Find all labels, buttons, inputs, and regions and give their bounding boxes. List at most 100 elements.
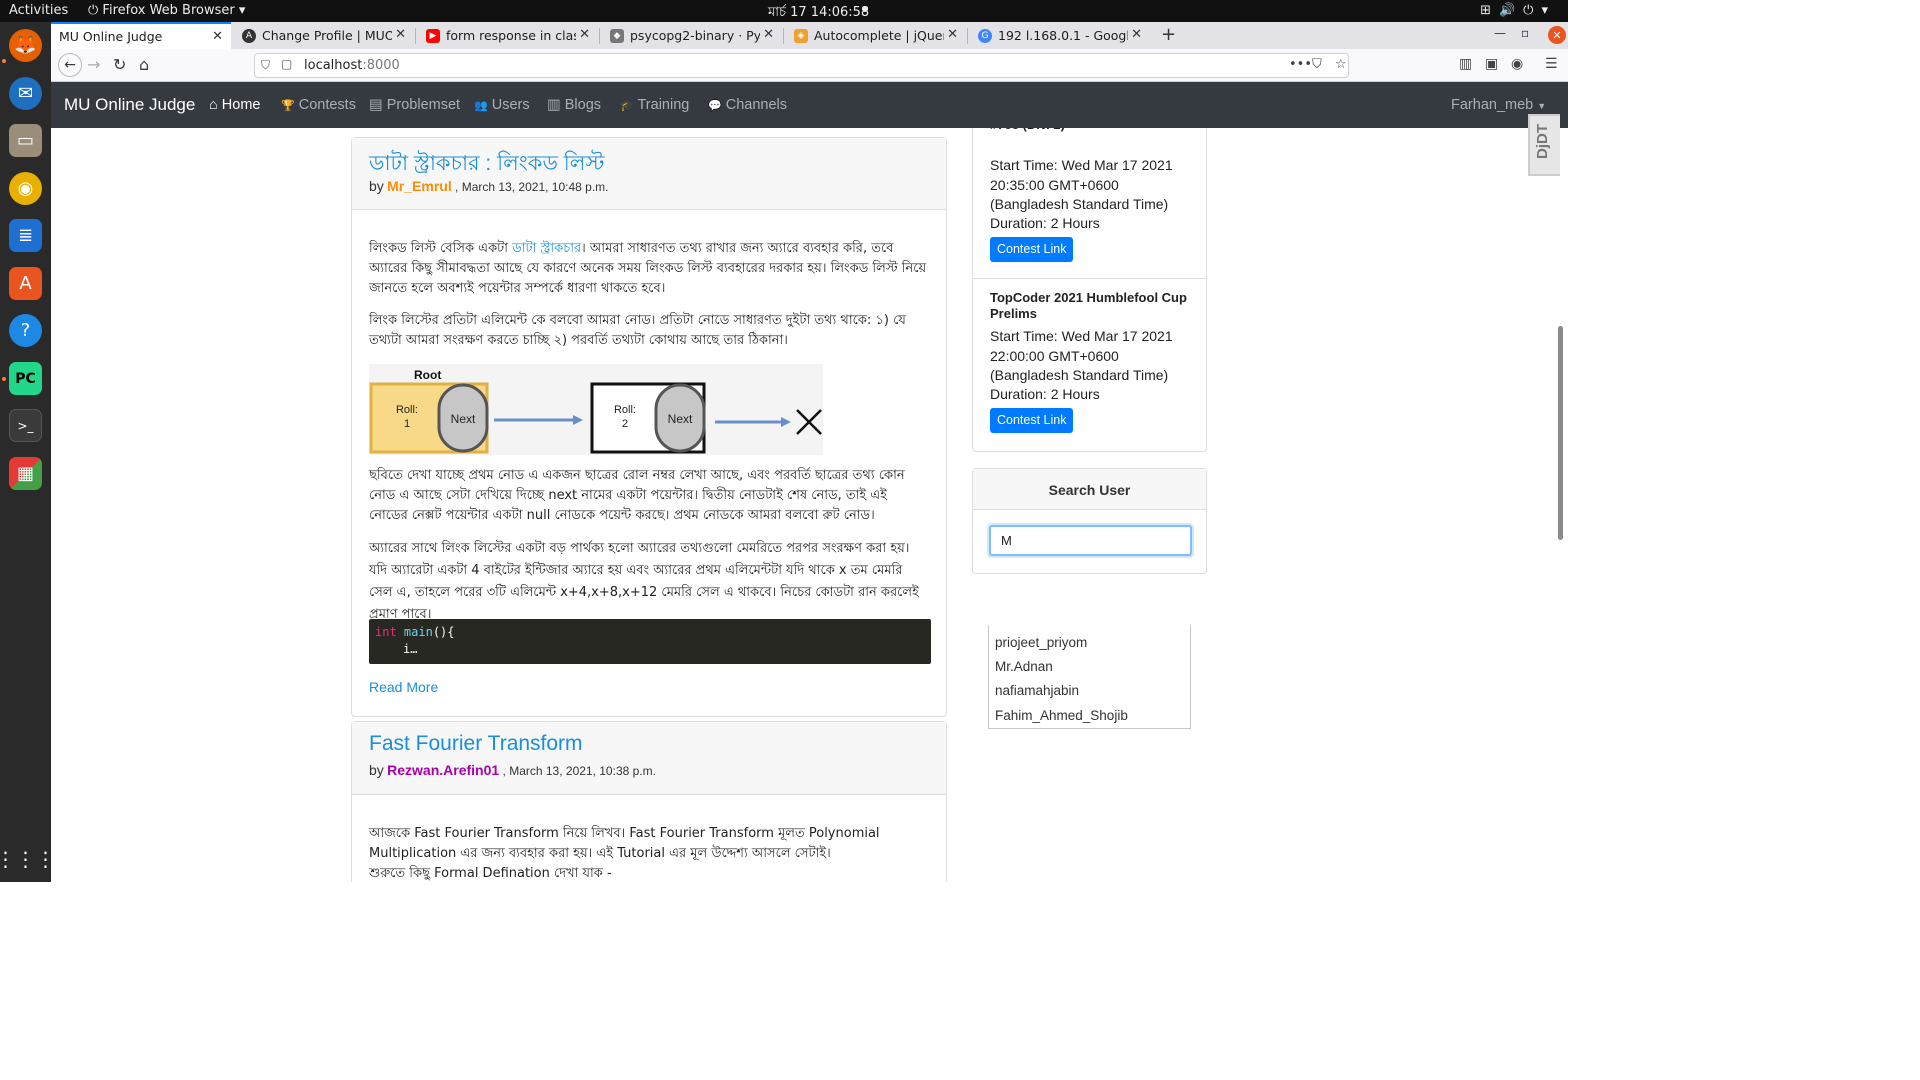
tab-jquery-autocomplete[interactable]: ◈ Autocomplete | jQuery UI ✕ <box>786 22 966 49</box>
nav-label: Users <box>491 97 530 113</box>
youtube-icon: ▶ <box>426 28 440 43</box>
writer-icon[interactable]: ≣ <box>9 219 42 252</box>
tab-google-search[interactable]: G 192 l.168.0.1 - Google Search ✕ <box>970 22 1150 49</box>
active-indicator <box>2 59 6 63</box>
search-user-title: Search User <box>1048 482 1131 498</box>
url-text[interactable]: localhost:8000 <box>304 58 400 73</box>
close-icon[interactable]: ✕ <box>395 27 406 42</box>
contest-link-button[interactable]: Contest Link <box>990 408 1074 433</box>
close-icon[interactable]: ✕ <box>579 27 590 42</box>
bookmark-star-icon[interactable]: ☆ <box>1335 57 1347 72</box>
close-icon[interactable]: ✕ <box>947 27 958 42</box>
post-paragraph: লিংকড লিস্ট বেসিক একটা ডাটা স্ট্রাকচার। … <box>369 239 929 299</box>
forward-button[interactable]: → <box>87 55 100 74</box>
close-icon[interactable]: ✕ <box>1131 27 1142 42</box>
post-title[interactable]: ডাটা স্ট্রাকচার : লিংকড লিস্ট <box>369 147 605 182</box>
tab-separator <box>415 28 416 44</box>
url-bar[interactable]: ⛉ ▢ localhost:8000 ••• ⛉ ☆ <box>254 53 1349 78</box>
search-user-input[interactable] <box>989 525 1192 556</box>
suggestion-item[interactable]: Mr.Adnan <box>995 659 1053 674</box>
page-actions-icon[interactable]: ••• <box>1289 57 1312 72</box>
nav-contests[interactable]: 🏆 Contests <box>281 97 356 113</box>
contest-duration: Duration: 2 Hours <box>990 215 1100 231</box>
reload-button[interactable]: ↻ <box>113 55 126 74</box>
clock[interactable]: মার্চ 17 14:06:58 <box>768 3 869 24</box>
nav-label: Home <box>221 97 261 113</box>
suggestion-item[interactable]: Fahim_Ahmed_Shojib <box>995 708 1128 723</box>
tab-change-profile[interactable]: A Change Profile | MUOJ Admin ✕ <box>234 22 414 49</box>
tab-mu-online-judge[interactable]: MU Online Judge ✕ <box>51 22 231 49</box>
github-icon: A <box>242 28 256 43</box>
thunderbird-icon[interactable]: ✉ <box>9 77 42 110</box>
newspaper-icon: ▥ <box>547 97 561 113</box>
os-top-bar: Activities ⏻ Firefox Web Browser ▾ মার্চ… <box>0 0 1568 22</box>
window-close-button[interactable]: ✕ <box>1548 26 1566 44</box>
pycharm-icon[interactable]: PC <box>9 362 42 395</box>
list-icon: ▤ <box>369 97 383 113</box>
account-icon[interactable]: ◉ <box>1511 56 1523 72</box>
nav-channels[interactable]: 💬 Channels <box>708 97 787 113</box>
contest-name: TopCoder 2021 Humblefool Cup Prelims <box>990 290 1187 321</box>
post-paragraph: লিংক লিস্টের প্রতিটা এলিমেন্ট কে বলবো আম… <box>369 313 906 348</box>
by-label: by <box>369 178 384 194</box>
activities-button[interactable]: Activities <box>9 3 68 18</box>
code-function: main <box>403 625 433 639</box>
tracking-shield-icon[interactable]: ⛉ <box>261 58 270 73</box>
system-tray[interactable]: ⊞🔊⏻▾ <box>1480 3 1556 18</box>
software-center-icon[interactable]: A <box>9 267 42 300</box>
post-paragraph: শুরুতে কিছু Formal Defination দেখা যাক - <box>369 866 612 881</box>
nav-blogs[interactable]: ▥ Blogs <box>547 97 601 113</box>
new-tab-button[interactable]: + <box>1161 24 1176 45</box>
contest-link-button[interactable]: Contest Link <box>990 237 1074 262</box>
help-icon[interactable]: ? <box>9 314 42 347</box>
code-text: (){ <box>432 625 455 639</box>
node1-roll-value: 1 <box>404 418 410 430</box>
volume-icon: 🔊 <box>1498 3 1524 18</box>
read-more-link[interactable]: Read More <box>369 679 438 695</box>
home-button[interactable]: ⌂ <box>139 55 149 74</box>
notification-dot <box>862 6 868 12</box>
back-button[interactable]: ← <box>58 53 82 77</box>
page-info-icon[interactable]: ▢ <box>281 57 292 71</box>
nav-training[interactable]: 🎓 Training <box>620 97 689 113</box>
close-icon[interactable]: ✕ <box>212 29 223 44</box>
files-icon[interactable]: ▭ <box>9 124 42 157</box>
code-line: int main(){ <box>375 624 925 641</box>
tab-pypi[interactable]: ◆ psycopg2-binary · PyPI ✕ <box>602 22 782 49</box>
nav-home[interactable]: ⌂ Home <box>209 97 260 113</box>
page-scrollbar[interactable] <box>1558 326 1563 540</box>
pocket-icon[interactable]: ⛉ <box>1312 57 1322 72</box>
minimize-icon[interactable]: — <box>1494 26 1506 40</box>
firefox-icon[interactable]: 🦊 <box>9 29 42 62</box>
post-title[interactable]: Fast Fourier Transform <box>369 732 583 756</box>
django-debug-toolbar-handle[interactable]: DjDT <box>1528 114 1560 176</box>
graduation-cap-icon: 🎓 <box>620 100 634 112</box>
caret-down-icon: ▼ <box>1537 101 1547 111</box>
rhythmbox-icon[interactable]: ◉ <box>9 172 42 205</box>
post-author-link[interactable]: Mr_Emrul <box>387 178 452 194</box>
maximize-icon[interactable]: ▫ <box>1521 26 1529 40</box>
contest-duration: Duration: 2 Hours <box>990 386 1100 402</box>
post-author-link[interactable]: Rezwan.Arefin01 <box>387 762 499 778</box>
tab-youtube[interactable]: ▶ form response in class based view ✕ <box>418 22 598 49</box>
data-structure-link[interactable]: ডাটা স্ট্রাকচার <box>512 241 581 256</box>
sidebar-icon[interactable]: ▣ <box>1485 56 1498 72</box>
nav-label: Training <box>637 97 690 113</box>
site-brand[interactable]: MU Online Judge <box>64 95 195 115</box>
firefox-menu[interactable]: ⏻ Firefox Web Browser ▾ <box>88 3 245 18</box>
user-menu[interactable]: Farhan_meb ▼ <box>1451 97 1546 113</box>
suggestion-item[interactable]: nafiamahjabin <box>995 683 1079 698</box>
page-viewport: MU Online Judge ⌂ Home 🏆 Contests ▤ Prob… <box>51 82 1568 882</box>
close-icon[interactable]: ✕ <box>763 27 774 42</box>
suggestion-item[interactable]: priojeet_priyom <box>995 635 1087 650</box>
show-applications-icon[interactable]: ⋮⋮⋮ <box>0 842 56 875</box>
library-icon[interactable]: ▥ <box>1459 56 1472 72</box>
code-block: int main(){ i… <box>369 619 931 664</box>
tab-separator <box>599 28 600 44</box>
chevron-down-icon: ▾ <box>1541 3 1556 18</box>
app-grid-tile-icon[interactable]: ▦ <box>9 457 42 490</box>
terminal-icon[interactable]: >_ <box>9 409 42 442</box>
menu-icon[interactable]: ☰ <box>1545 56 1558 72</box>
nav-problemset[interactable]: ▤ Problemset <box>369 97 460 113</box>
nav-users[interactable]: 👥 Users <box>474 97 530 113</box>
